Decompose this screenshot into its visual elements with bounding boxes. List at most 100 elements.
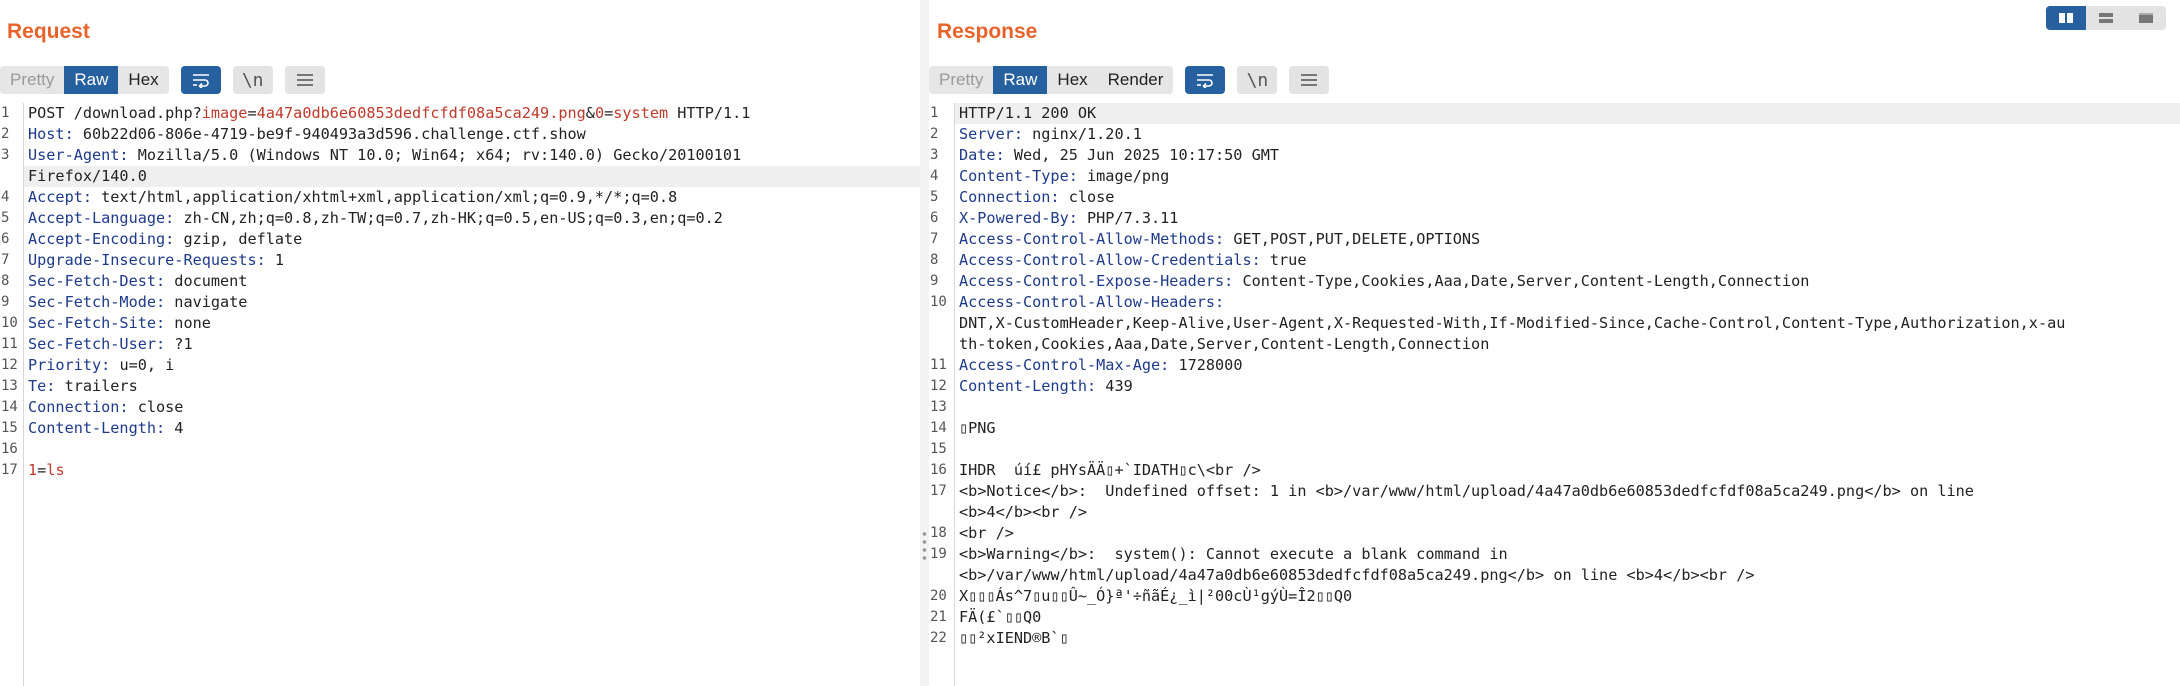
layout-stacked-button[interactable] — [2086, 6, 2126, 30]
line-number: 3 — [930, 147, 939, 163]
line-number: 9 — [1, 294, 10, 310]
code-line[interactable]: 10 Sec-Fetch-Site: none — [1, 313, 920, 334]
text-token: none — [165, 314, 211, 332]
line-code: Content-Length: 439 — [955, 377, 1133, 395]
code-line[interactable]: 12 Priority: u=0, i — [1, 355, 920, 376]
text-token: document — [165, 272, 248, 290]
line-code: Access-Control-Allow-Methods: GET,POST,P… — [955, 230, 1480, 248]
newline-icon: \n — [241, 69, 264, 91]
layout-tabs-button[interactable] — [2126, 6, 2166, 30]
text-token: u=0, i — [110, 356, 175, 374]
code-line[interactable]: 8 Sec-Fetch-Dest: document — [1, 271, 920, 292]
code-line[interactable]: 17 1=ls — [1, 460, 920, 481]
drag-handle-icon[interactable] — [922, 530, 927, 560]
response-editor[interactable]: 1 HTTP/1.1 200 OK 2 Server: nginx/1.20.1 3 Da… — [929, 103, 2180, 686]
response-menu-button[interactable] — [1289, 66, 1330, 94]
code-line[interactable]: 10 Access-Control-Allow-Headers: — [930, 292, 2180, 313]
code-line[interactable]: 8 Access-Control-Allow-Credentials: true — [930, 250, 2180, 271]
code-line[interactable]: 2 Host: 60b22d06-806e-4719-be9f-940493a3d… — [1, 124, 920, 145]
request-menu-button[interactable] — [284, 66, 325, 94]
layout-side-by-side-button[interactable] — [2046, 6, 2086, 30]
code-line[interactable]: 1 POST /download.php?image=4a47a0db6e6085… — [1, 103, 920, 124]
code-line[interactable]: 5 Accept-Language: zh-CN,zh;q=0.8,zh-TW;q… — [1, 208, 920, 229]
line-code: ▯▯²xIEND®B`▯ — [955, 629, 1069, 647]
code-line[interactable]: 15 — [930, 439, 2180, 460]
code-line[interactable]: 16 — [1, 439, 920, 460]
line-code: Accept-Encoding: gzip, deflate — [24, 230, 302, 248]
line-code: Accept-Language: zh-CN,zh;q=0.8,zh-TW;q=… — [24, 209, 723, 227]
code-line[interactable]: 14 Connection: close — [1, 397, 920, 418]
text-token: 439 — [1096, 377, 1133, 395]
code-line[interactable]: 7 Access-Control-Allow-Methods: GET,POST,… — [930, 229, 2180, 250]
code-line[interactable]: 15 Content-Length: 4 — [1, 418, 920, 439]
rows-icon — [2099, 13, 2113, 23]
text-token: Wed, 25 Jun 2025 10:17:50 GMT — [1004, 146, 1280, 164]
line-number: 12 — [1, 357, 18, 373]
response-tab-raw[interactable]: Raw — [993, 66, 1048, 94]
response-tab-pretty[interactable]: Pretty — [929, 66, 993, 94]
code-line[interactable]: 11 Access-Control-Max-Age: 1728000 — [930, 355, 2180, 376]
code-line[interactable]: 7 Upgrade-Insecure-Requests: 1 — [1, 250, 920, 271]
response-title: Response — [937, 20, 1038, 43]
line-code: Connection: close — [24, 398, 183, 416]
header-name: Priority: — [28, 356, 111, 374]
wrap-lines-icon — [1197, 74, 1214, 88]
text-token: <b>4</b><br /> — [959, 503, 1088, 521]
code-line[interactable]: 13 — [930, 397, 2180, 418]
line-number: 4 — [930, 168, 939, 184]
response-wrap-lines-button[interactable] — [1185, 66, 1226, 94]
pane-splitter[interactable] — [920, 0, 929, 686]
code-line[interactable]: 13 Te: trailers — [1, 376, 920, 397]
code-line[interactable]: 3 Date: Wed, 25 Jun 2025 10:17:50 GMT — [930, 145, 2180, 166]
code-line[interactable]: 2 Server: nginx/1.20.1 — [930, 124, 2180, 145]
code-line[interactable]: 20 X▯▯▯Ás^7▯u▯▯Û~_Ó}ª'÷ñãÉ¿_ì|²00cÙ¹gýÙ=Î… — [930, 586, 2180, 607]
code-line[interactable]: 16 IHDR úí£ pHYsÄÄ▯+`IDATH▯c\<br /> — [930, 460, 2180, 481]
request-tab-pretty[interactable]: Pretty — [0, 66, 64, 94]
code-line[interactable]: 5 Connection: close — [930, 187, 2180, 208]
code-line[interactable]: Firefox/140.0 — [24, 166, 920, 187]
header-name: Sec-Fetch-Dest: — [28, 272, 166, 290]
code-line[interactable]: 11 Sec-Fetch-User: ?1 — [1, 334, 920, 355]
code-line[interactable]: 9 Access-Control-Expose-Headers: Content-… — [930, 271, 2180, 292]
response-tab-hex[interactable]: Hex — [1047, 66, 1097, 94]
code-line[interactable]: 3 User-Agent: Mozilla/5.0 (Windows NT 10.… — [1, 145, 920, 166]
request-editor[interactable]: 1 POST /download.php?image=4a47a0db6e6085… — [0, 103, 920, 686]
response-tab-render[interactable]: Render — [1098, 66, 1174, 94]
response-pane: Response Pretty Raw Hex Render \n 1 HTTP… — [929, 0, 2180, 686]
code-line[interactable]: 12 Content-Length: 439 — [930, 376, 2180, 397]
line-number: 19 — [930, 546, 947, 562]
request-tab-raw[interactable]: Raw — [64, 66, 119, 94]
code-line[interactable]: 9 Sec-Fetch-Mode: navigate — [1, 292, 920, 313]
line-number: 2 — [1, 126, 10, 142]
code-line[interactable]: <b>4</b><br /> — [955, 502, 2180, 523]
line-code: <b>4</b><br /> — [955, 503, 1087, 521]
header-name: Sec-Fetch-Mode: — [28, 293, 166, 311]
text-token: PHP/7.3.11 — [1077, 209, 1179, 227]
code-line[interactable]: 1 HTTP/1.1 200 OK — [930, 103, 2180, 124]
code-line[interactable]: DNT,X-CustomHeader,Keep-Alive,User-Agent… — [955, 313, 2180, 334]
code-line[interactable]: <b>/var/www/html/upload/4a47a0db6e60853d… — [955, 565, 2180, 586]
text-token: <b>Notice</b>: Undefined offset: 1 in <b… — [959, 482, 1974, 500]
code-line[interactable]: th-token,Cookies,Aaa,Date,Server,Content… — [955, 334, 2180, 355]
line-number: 16 — [1, 441, 18, 457]
request-show-newlines-button[interactable]: \n — [232, 66, 273, 94]
response-show-newlines-button[interactable]: \n — [1237, 66, 1278, 94]
layout-switcher — [2046, 6, 2166, 30]
code-line[interactable]: 6 X-Powered-By: PHP/7.3.11 — [930, 208, 2180, 229]
code-line[interactable]: 14 ▯PNG — [930, 418, 2180, 439]
code-line[interactable]: 4 Content-Type: image/png — [930, 166, 2180, 187]
request-wrap-lines-button[interactable] — [180, 66, 221, 94]
code-line[interactable]: 21 FÄ(£`▯▯Q0 — [930, 607, 2180, 628]
code-line[interactable]: 18 <br /> — [930, 523, 2180, 544]
text-token: 1728000 — [1169, 356, 1243, 374]
code-line[interactable]: 17 <b>Notice</b>: Undefined offset: 1 in … — [930, 481, 2180, 502]
code-line[interactable]: 22 ▯▯²xIEND®B`▯ — [930, 628, 2180, 649]
request-tab-hex[interactable]: Hex — [118, 66, 168, 94]
line-code: Priority: u=0, i — [24, 356, 174, 374]
line-number: 12 — [930, 378, 947, 394]
header-name: Connection: — [959, 188, 1060, 206]
code-line[interactable]: 19 <b>Warning</b>: system(): Cannot execu… — [930, 544, 2180, 565]
code-line[interactable]: 4 Accept: text/html,application/xhtml+xml… — [1, 187, 920, 208]
code-line[interactable]: 6 Accept-Encoding: gzip, deflate — [1, 229, 920, 250]
line-code: Accept: text/html,application/xhtml+xml,… — [24, 188, 677, 206]
